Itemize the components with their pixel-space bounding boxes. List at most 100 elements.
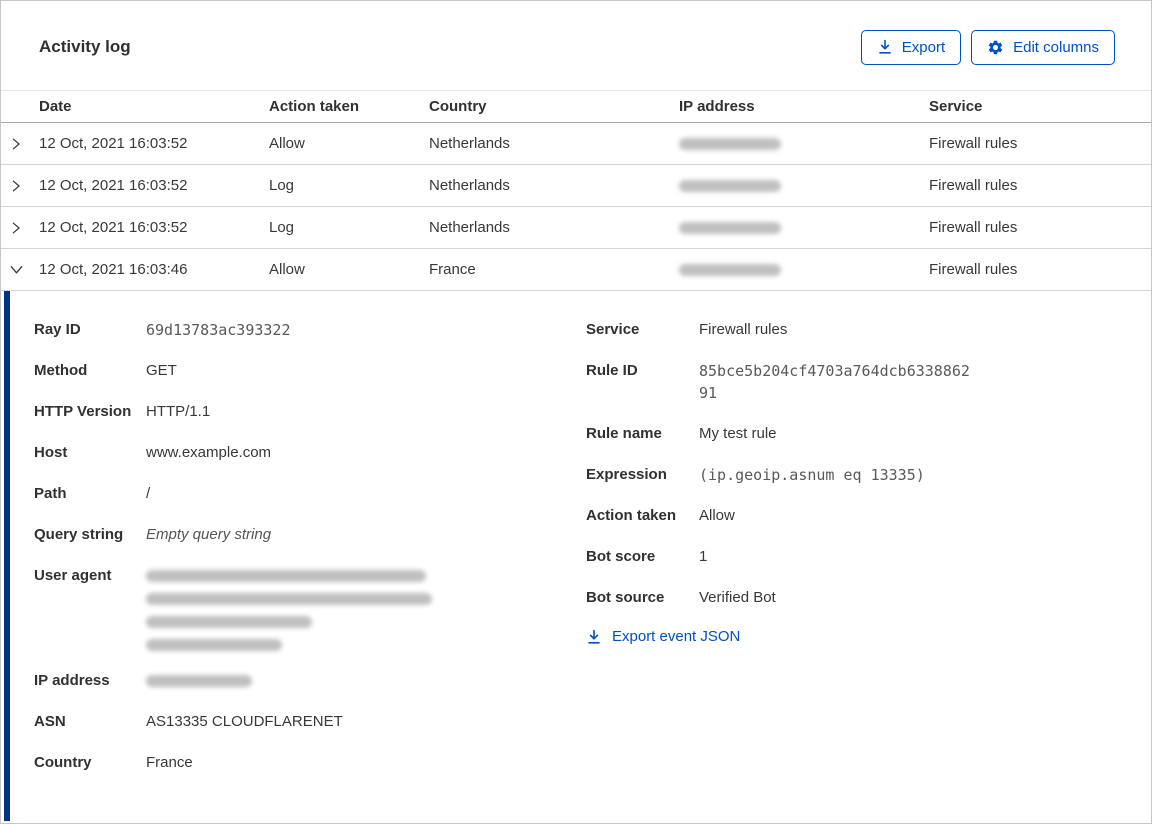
table-header-row: Date Action taken Country IP address Ser…	[1, 90, 1151, 123]
detail-label: Path	[34, 485, 67, 502]
detail-value: 69d13783ac393322	[146, 321, 291, 339]
redacted-ip-value	[146, 675, 252, 687]
detail-label: Ray ID	[34, 321, 81, 338]
edit-columns-button-label: Edit columns	[1013, 38, 1099, 56]
detail-label: Expression	[586, 466, 667, 483]
detail-row-expression: Expression (ip.geoip.asnum eq 13335)	[586, 464, 1151, 486]
cell-service: Firewall rules	[929, 135, 1018, 152]
column-header-action: Action taken	[269, 98, 360, 115]
redacted-ip-value	[679, 221, 781, 234]
redacted-ip-value	[679, 179, 781, 192]
detail-label: Service	[586, 321, 640, 338]
column-header-service: Service	[929, 98, 983, 115]
cell-date: 12 Oct, 2021 16:03:46	[39, 261, 188, 278]
export-event-json-label: Export event JSON	[612, 628, 741, 645]
detail-value: 1	[699, 548, 708, 565]
table-row[interactable]: 12 Oct, 2021 16:03:52 Log Netherlands Fi…	[1, 207, 1151, 249]
detail-value: France	[146, 754, 193, 771]
column-header-country: Country	[429, 98, 487, 115]
collapse-row-button[interactable]	[1, 262, 39, 277]
detail-value: www.example.com	[146, 444, 272, 461]
detail-label: Method	[34, 362, 88, 379]
detail-value: GET	[146, 362, 177, 379]
cell-country: Netherlands	[429, 219, 510, 236]
detail-label: Rule ID	[586, 362, 638, 379]
detail-value: (ip.geoip.asnum eq 13335)	[699, 466, 925, 484]
detail-row-asn: ASN AS13335 CLOUDFLARENET	[34, 711, 586, 733]
detail-label: User agent	[34, 567, 112, 584]
cell-action: Allow	[269, 135, 305, 152]
detail-label: IP address	[34, 672, 110, 689]
detail-row-ray-id: Ray ID 69d13783ac393322	[34, 319, 586, 341]
cell-country: Netherlands	[429, 177, 510, 194]
cell-service: Firewall rules	[929, 177, 1018, 194]
gear-icon	[987, 39, 1004, 56]
cell-date: 12 Oct, 2021 16:03:52	[39, 219, 188, 236]
column-header-date: Date	[39, 98, 72, 115]
cell-action: Log	[269, 219, 295, 236]
column-header-ip: IP address	[679, 98, 755, 115]
chevron-down-icon	[9, 262, 24, 277]
expand-row-button[interactable]	[1, 179, 39, 193]
detail-label: Action taken	[586, 507, 677, 524]
table-row[interactable]: 12 Oct, 2021 16:03:52 Allow Netherlands …	[1, 123, 1151, 165]
cell-action: Allow	[269, 261, 305, 278]
detail-value: Verified Bot	[699, 589, 776, 606]
detail-row-query-string: Query string Empty query string	[34, 524, 586, 546]
cell-date: 12 Oct, 2021 16:03:52	[39, 177, 188, 194]
detail-row-host: Host www.example.com	[34, 442, 586, 464]
cell-country: Netherlands	[429, 135, 510, 152]
header: Activity log Export Edit columns	[1, 1, 1151, 67]
activity-log-panel: Activity log Export Edit columns Date Ac…	[0, 0, 1152, 824]
detail-row-rule-name: Rule name My test rule	[586, 423, 1151, 445]
detail-label: Rule name	[586, 425, 662, 442]
download-icon	[586, 629, 602, 645]
detail-value: HTTP/1.1	[146, 403, 211, 420]
table-row-expanded[interactable]: 12 Oct, 2021 16:03:46 Allow France Firew…	[1, 249, 1151, 291]
activity-table: Date Action taken Country IP address Ser…	[1, 90, 1151, 291]
detail-value: My test rule	[699, 425, 777, 442]
detail-row-rule-id: Rule ID 85bce5b204cf4703a764dcb633886291	[586, 360, 1151, 404]
detail-row-bot-source: Bot source Verified Bot	[586, 587, 1151, 609]
download-icon	[877, 39, 893, 55]
detail-label: Bot score	[586, 548, 656, 565]
page-title: Activity log	[39, 37, 131, 56]
event-detail-panel: Ray ID 69d13783ac393322 Method GET HTTP …	[4, 291, 1151, 821]
cell-service: Firewall rules	[929, 261, 1018, 278]
chevron-right-icon	[9, 179, 23, 193]
detail-row-path: Path /	[34, 483, 586, 505]
detail-label: ASN	[34, 713, 66, 730]
detail-label: Host	[34, 444, 68, 461]
detail-label: Bot source	[586, 589, 665, 606]
detail-row-bot-score: Bot score 1	[586, 546, 1151, 568]
cell-country: France	[429, 261, 476, 278]
detail-value: Firewall rules	[699, 321, 788, 338]
detail-label: Query string	[34, 526, 124, 543]
cell-service: Firewall rules	[929, 219, 1018, 236]
expand-row-button[interactable]	[1, 221, 39, 235]
detail-label: HTTP Version	[34, 403, 132, 420]
detail-column-left: Ray ID 69d13783ac393322 Method GET HTTP …	[34, 319, 586, 821]
detail-row-user-agent: User agent	[34, 565, 586, 651]
detail-row-http-version: HTTP Version HTTP/1.1	[34, 401, 586, 423]
cell-date: 12 Oct, 2021 16:03:52	[39, 135, 188, 152]
table-row[interactable]: 12 Oct, 2021 16:03:52 Log Netherlands Fi…	[1, 165, 1151, 207]
export-button[interactable]: Export	[860, 29, 962, 65]
detail-column-right: Service Firewall rules Rule ID 85bce5b20…	[586, 319, 1151, 821]
toolbar: Export Edit columns	[860, 29, 1115, 65]
detail-row-action-taken: Action taken Allow	[586, 505, 1151, 527]
expand-row-button[interactable]	[1, 137, 39, 151]
detail-value: 85bce5b204cf4703a764dcb633886291	[699, 362, 970, 402]
detail-value: Allow	[699, 507, 735, 524]
chevron-right-icon	[9, 137, 23, 151]
export-button-label: Export	[901, 38, 946, 56]
chevron-right-icon	[9, 221, 23, 235]
detail-row-method: Method GET	[34, 360, 586, 382]
detail-label: Country	[34, 754, 92, 771]
detail-value: /	[146, 485, 151, 502]
detail-row-ip-address: IP address	[34, 670, 586, 692]
export-event-json-link[interactable]: Export event JSON	[586, 628, 1151, 645]
edit-columns-button[interactable]: Edit columns	[971, 29, 1115, 65]
redacted-user-agent	[146, 565, 432, 651]
detail-value: Empty query string	[146, 526, 272, 543]
